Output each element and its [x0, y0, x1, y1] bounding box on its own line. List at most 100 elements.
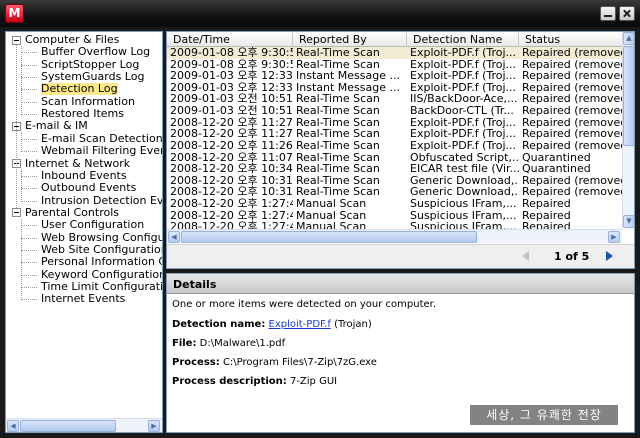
process-description-value: 7-Zip GUI: [289, 376, 338, 387]
scroll-left-arrow[interactable]: ◀: [168, 231, 180, 243]
file-label: File:: [172, 338, 197, 349]
cell-datetime: 2008-12-20 오후 10:31:58: [170, 174, 293, 187]
column-header-datetime[interactable]: Date/Time: [167, 32, 293, 47]
cell-reported-by: Real-Time Scan: [296, 93, 380, 106]
tree-item[interactable]: Internet Events: [41, 293, 125, 305]
scroll-right-arrow[interactable]: ▶: [608, 231, 620, 243]
cell-detection-name: Exploit-PDF.f (Troj...: [410, 70, 517, 83]
tree-item[interactable]: E-mail Scan Detection Log: [41, 132, 162, 145]
table-row[interactable]: 2008-12-20 오후 1:27:43 Manual Scan Suspicio…: [167, 210, 622, 222]
tree-connector: [21, 200, 37, 202]
column-header-detection-name[interactable]: Detection Name: [407, 32, 519, 47]
tree-item[interactable]: Buffer Overflow Log: [41, 46, 150, 58]
tree-item[interactable]: User Configuration: [41, 219, 144, 231]
table-row[interactable]: 2008-12-20 오후 1:27:43 Manual Scan Suspicio…: [167, 221, 622, 229]
grid-body: 2009-01-08 오후 9:30:58 Real-Time Scan Explo…: [167, 47, 622, 229]
close-button[interactable]: [619, 6, 635, 21]
cell-reported-by: Manual Scan: [296, 221, 367, 229]
scroll-left-arrow[interactable]: ◀: [7, 420, 19, 432]
tree-item[interactable]: Web Browsing Configuration: [41, 231, 162, 244]
cell-datetime: 2008-12-20 오후 11:07:26: [170, 151, 293, 164]
collapse-icon[interactable]: [12, 208, 21, 218]
tree-item[interactable]: Webmail Filtering Events: [41, 145, 162, 157]
tree-connector: [21, 138, 37, 140]
tree-item[interactable]: Time Limit Configuration: [41, 281, 162, 293]
tree-item[interactable]: Detection Log: [41, 83, 118, 96]
table-row[interactable]: 2008-12-20 오후 10:34:32Real-Time Scan EICA…: [167, 163, 622, 175]
tree-category[interactable]: Internet & Network: [25, 157, 130, 170]
table-row[interactable]: 2009-01-08 오후 9:30:58 Real-Time Scan Explo…: [167, 47, 622, 59]
tree-item[interactable]: Restored Items: [41, 108, 124, 120]
cell-reported-by: Real-Time Scan: [296, 47, 380, 59]
table-row[interactable]: 2009-01-03 오후 12:33:20Instant Message ..…: [167, 82, 622, 94]
scrollbar-thumb[interactable]: [181, 231, 477, 243]
cell-reported-by: Real-Time Scan: [296, 116, 380, 129]
grid-horizontal-scrollbar[interactable]: ◀ ▶: [167, 229, 622, 243]
tree-category[interactable]: Parental Controls: [25, 206, 119, 219]
table-row[interactable]: 2009-01-03 오전 10:51:46Real-Time Scan Back…: [167, 105, 622, 117]
details-summary: One or more items were detected on your …: [172, 299, 437, 310]
cell-datetime: 2008-12-20 오후 10:34:32: [170, 163, 293, 176]
minimize-button[interactable]: [600, 6, 616, 21]
cell-datetime: 2008-12-20 오후 10:31:29: [170, 186, 293, 199]
cell-status: Repaired (removed: [522, 139, 622, 152]
details-title: Details: [173, 278, 217, 291]
app-logo[interactable]: M: [5, 4, 24, 23]
scrollbar-thumb[interactable]: [623, 46, 634, 146]
cell-status: Repaired (removed: [522, 128, 622, 141]
grid-header: Date/Time Reported By Detection Name Sta…: [167, 32, 622, 47]
grid-vertical-scrollbar[interactable]: ▲ ▼: [622, 32, 634, 229]
column-header-status[interactable]: Status: [519, 32, 622, 47]
scroll-down-arrow[interactable]: ▼: [623, 215, 634, 228]
tree-connector: [21, 64, 37, 66]
tree-item[interactable]: Keyword Configuration: [41, 268, 162, 281]
cell-datetime: 2009-01-03 오후 12:33:20: [170, 81, 293, 94]
cell-datetime: 2008-12-20 오후 1:27:43: [170, 221, 293, 229]
cell-detection-name: Generic Download,...: [410, 174, 519, 187]
table-row[interactable]: 2009-01-08 오후 9:30:51 Real-Time Scan Explo…: [167, 59, 622, 71]
table-row[interactable]: 2008-12-20 오후 11:07:26Real-Time Scan Obfu…: [167, 152, 622, 164]
tree-item[interactable]: ScriptStopper Log: [41, 58, 139, 71]
table-row[interactable]: 2008-12-20 오후 11:27:09Real-Time Scan Expl…: [167, 128, 622, 140]
cell-datetime: 2008-12-20 오후 11:26:57: [170, 139, 293, 152]
tree-connector: [21, 101, 37, 103]
tree-horizontal-scrollbar[interactable]: ◀ ▶: [6, 418, 162, 432]
tree-item[interactable]: Personal Information Configuration: [41, 256, 162, 268]
table-row[interactable]: 2008-12-20 오후 10:31:58Real-Time Scan Gene…: [167, 175, 622, 187]
previous-page-arrow-icon[interactable]: [522, 251, 529, 261]
table-row[interactable]: 2009-01-03 오전 10:51:47Real-Time Scan IIS/…: [167, 93, 622, 105]
tree-connector: [21, 225, 37, 227]
detection-name-link[interactable]: Exploit-PDF.f: [269, 319, 331, 330]
tree-category[interactable]: Computer & Files: [25, 34, 119, 46]
tree-item[interactable]: Scan Information: [41, 95, 135, 108]
tree-connector: [21, 77, 37, 79]
table-row[interactable]: 2008-12-20 오후 10:31:29Real-Time Scan Gene…: [167, 186, 622, 198]
cell-status: Repaired (removed: [522, 174, 622, 187]
cell-status: Repaired (removed: [522, 105, 622, 118]
tree-connector: [21, 132, 22, 153]
next-page-arrow-icon[interactable]: [606, 251, 613, 261]
cell-detection-name: Exploit-PDF.f (Troj...: [410, 47, 517, 59]
cell-reported-by: Real-Time Scan: [296, 105, 380, 118]
tree-connector: [21, 262, 37, 264]
cell-detection-name: Exploit-PDF.f (Troj...: [410, 139, 517, 152]
tree-category[interactable]: E-mail & IM: [25, 120, 88, 132]
tree-connector: [21, 175, 37, 177]
scroll-up-arrow[interactable]: ▲: [623, 32, 634, 45]
tree-item[interactable]: Outbound Events: [41, 182, 136, 194]
tree-connector: [21, 52, 37, 54]
tree-item[interactable]: Web Site Configuration: [41, 243, 162, 256]
collapse-icon[interactable]: [12, 35, 21, 45]
table-row[interactable]: 2008-12-20 오후 11:27:57Real-Time Scan Expl…: [167, 117, 622, 129]
tree-item[interactable]: Inbound Events: [41, 169, 127, 182]
column-header-reported-by[interactable]: Reported By: [293, 32, 407, 47]
cell-datetime: 2008-12-20 오후 1:27:43: [170, 209, 293, 222]
table-row[interactable]: 2008-12-20 오후 11:26:57Real-Time Scan Expl…: [167, 140, 622, 152]
tree-item[interactable]: Intrusion Detection Events: [41, 194, 162, 207]
detection-name-row: Detection name: Exploit-PDF.f (Trojan): [172, 319, 372, 330]
table-row[interactable]: 2008-12-20 오후 1:27:43 Manual Scan Suspicio…: [167, 198, 622, 210]
scrollbar-thumb[interactable]: [20, 420, 116, 432]
tree-item[interactable]: SystemGuards Log: [41, 71, 144, 83]
table-row[interactable]: 2009-01-03 오후 12:33:45Instant Message ..…: [167, 70, 622, 82]
scroll-right-arrow[interactable]: ▶: [148, 420, 160, 432]
